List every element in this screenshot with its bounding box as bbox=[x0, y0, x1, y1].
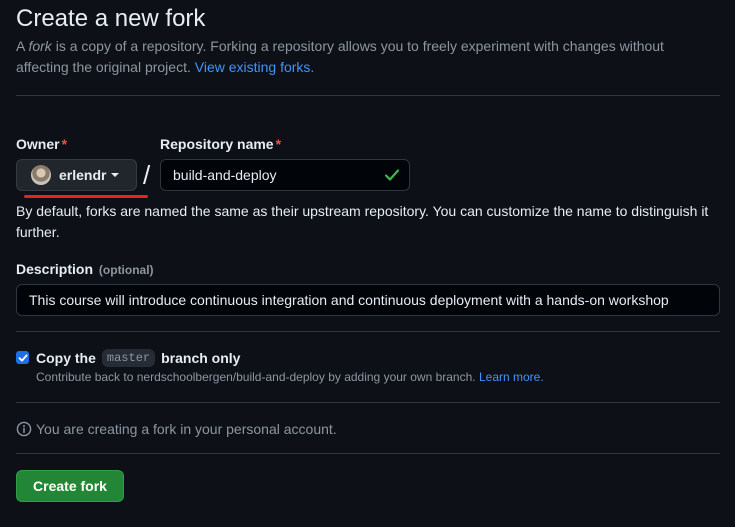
account-info: You are creating a fork in your personal… bbox=[16, 421, 337, 437]
create-fork-button[interactable]: Create fork bbox=[16, 470, 124, 502]
copy-branch-checkbox[interactable] bbox=[16, 351, 29, 364]
learn-more-link[interactable]: Learn more. bbox=[479, 370, 544, 384]
owner-repo-separator: / bbox=[143, 160, 151, 190]
annotation-underline bbox=[24, 195, 148, 198]
owner-required-mark: * bbox=[61, 136, 68, 152]
description-label: Description (optional) bbox=[16, 261, 154, 277]
divider bbox=[16, 402, 720, 403]
check-icon bbox=[384, 169, 400, 181]
intro-fork-term: fork bbox=[28, 38, 52, 54]
repository-required-mark: * bbox=[275, 136, 282, 152]
info-icon bbox=[16, 421, 32, 437]
intro-text: A fork is a copy of a repository. Forkin… bbox=[16, 36, 716, 78]
repository-name-label: Repository name * bbox=[160, 136, 281, 152]
caret-down-icon bbox=[111, 173, 120, 177]
repository-name-label-text: Repository name bbox=[160, 136, 274, 152]
copy-branch-label[interactable]: Copy the master branch only bbox=[36, 349, 240, 367]
create-fork-page: Create a new fork A fork is a copy of a … bbox=[0, 0, 735, 527]
repository-name-input[interactable] bbox=[160, 159, 410, 191]
avatar bbox=[31, 165, 51, 185]
copy-branch-label-b: branch only bbox=[161, 350, 241, 366]
checkmark-icon bbox=[18, 354, 27, 361]
divider bbox=[16, 95, 720, 96]
divider bbox=[16, 331, 720, 332]
repository-name-help: By default, forks are named the same as … bbox=[16, 203, 709, 240]
copy-branch-label-a: Copy the bbox=[36, 350, 96, 366]
page-title: Create a new fork bbox=[16, 5, 206, 32]
optional-tag: (optional) bbox=[98, 263, 154, 277]
description-input[interactable] bbox=[16, 284, 720, 316]
intro-text-b: is a copy of a repository. Forking a rep… bbox=[16, 38, 664, 75]
owner-label: Owner * bbox=[16, 136, 67, 152]
owner-label-text: Owner bbox=[16, 136, 60, 152]
description-label-text: Description bbox=[16, 261, 94, 277]
copy-branch-note: Contribute back to nerdschoolbergen/buil… bbox=[36, 370, 544, 384]
divider bbox=[16, 453, 720, 454]
branch-name-code: master bbox=[101, 349, 156, 367]
copy-branch-note-text: Contribute back to nerdschoolbergen/buil… bbox=[36, 370, 476, 384]
view-existing-forks-link[interactable]: View existing forks. bbox=[195, 59, 315, 75]
owner-select-button[interactable]: erlendr bbox=[16, 159, 137, 191]
owner-value: erlendr bbox=[59, 167, 107, 183]
account-info-text: You are creating a fork in your personal… bbox=[36, 421, 337, 437]
intro-text-a: A bbox=[16, 38, 29, 54]
